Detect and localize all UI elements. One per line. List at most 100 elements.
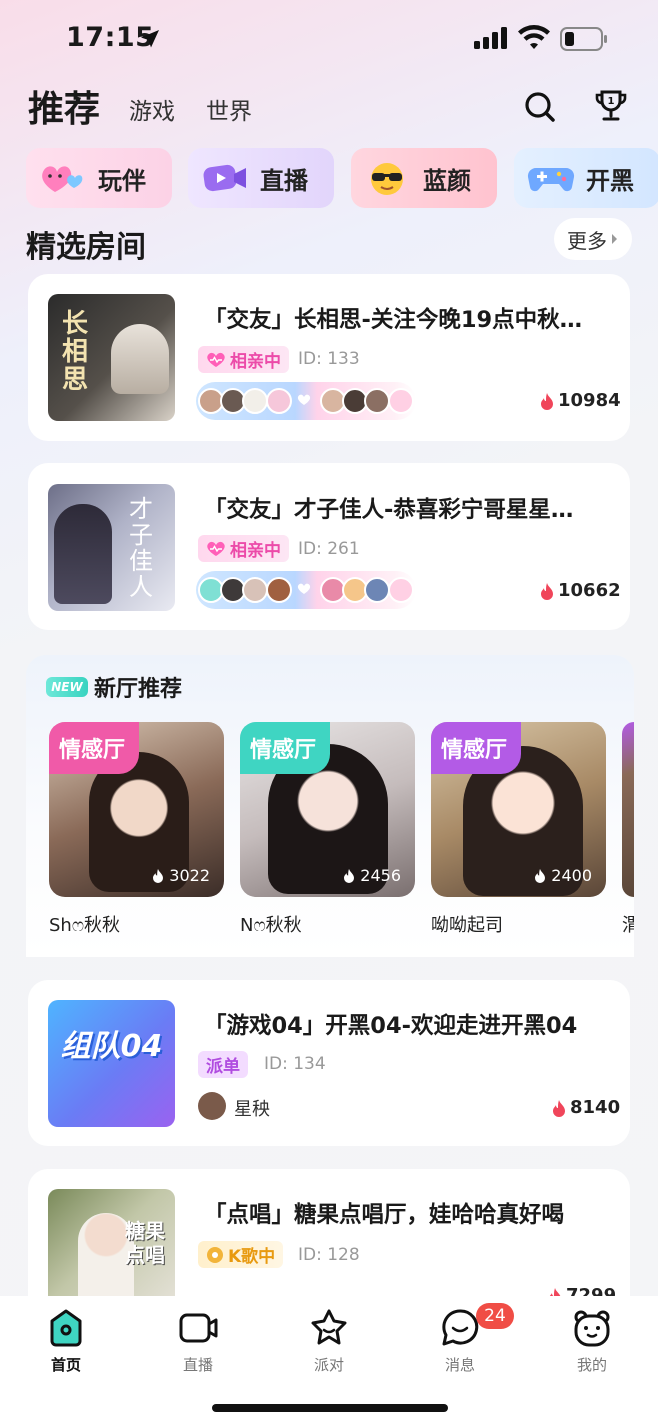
- empty-seat-avatar: [388, 577, 414, 603]
- tab-label: 直播: [182, 1356, 213, 1374]
- category-team-up[interactable]: 开黑: [514, 148, 658, 208]
- status-tag-label: K歌中: [228, 1247, 276, 1267]
- empty-seat-avatar: [388, 388, 414, 414]
- status-tag-label: 相亲中: [230, 352, 281, 372]
- room-title: 「点唱」糖果点唱厅，娃哈哈真好喝: [204, 1202, 565, 1228]
- hall-name: Nෆ秋秋: [240, 915, 302, 936]
- room-cover: 组队04: [48, 1000, 175, 1127]
- category-label: 开黑: [586, 166, 634, 195]
- profile-bear-icon: [574, 1310, 610, 1347]
- cellular-signal-icon: [474, 27, 507, 49]
- category-label: 蓝颜: [423, 166, 471, 195]
- tab-label: 首页: [50, 1356, 81, 1374]
- home-indicator: [212, 1404, 448, 1412]
- chevron-right-icon: [612, 234, 617, 244]
- hall-name: 呦呦起司: [431, 915, 503, 936]
- tab-recommend[interactable]: 推荐: [28, 80, 100, 132]
- flame-icon: [541, 582, 553, 600]
- hall-heat: 2400: [534, 866, 592, 885]
- hall-tag: 情感厅: [431, 722, 522, 774]
- hall-card-partial[interactable]: [622, 722, 634, 897]
- hall-card[interactable]: 情感厅 2400: [431, 722, 606, 897]
- hall-tag: 情感厅: [240, 722, 331, 774]
- hall-count: 2456: [360, 866, 401, 885]
- room-card[interactable]: 组队04 「游戏04」开黑04-欢迎走进开黑04 派单 ID: 134 星秧 8…: [28, 980, 630, 1146]
- trophy-icon[interactable]: 1: [594, 88, 628, 122]
- avatar: [266, 388, 292, 414]
- avatar: [242, 388, 268, 414]
- new-halls-section: NEW 新厅推荐 情感厅 3022 Shෆ秋秋 情感厅 2456 Nෆ秋秋 情感…: [26, 655, 634, 957]
- category-companion[interactable]: 玩伴: [26, 148, 172, 208]
- hearts-icon: [42, 166, 83, 192]
- hall-card[interactable]: 情感厅 3022: [49, 722, 224, 897]
- category-blue-face[interactable]: 蓝颜: [351, 148, 497, 208]
- tab-label: 消息: [444, 1356, 475, 1374]
- hall-count: 3022: [169, 866, 210, 885]
- hall-heat: 2456: [343, 866, 401, 885]
- cover-text: 才子佳人: [129, 495, 153, 601]
- tab-party[interactable]: 派对: [274, 1308, 384, 1375]
- battery-icon: [560, 27, 607, 51]
- avatar: [266, 577, 292, 603]
- svg-text:1: 1: [608, 96, 615, 107]
- room-cover: 才子佳人: [48, 484, 175, 611]
- tab-profile[interactable]: 我的: [537, 1308, 647, 1375]
- more-button[interactable]: 更多: [554, 218, 632, 260]
- host-name: 星秧: [234, 1099, 270, 1120]
- tab-games[interactable]: 游戏: [129, 92, 175, 126]
- wifi-icon: [518, 25, 550, 49]
- heart-icon: [297, 583, 311, 594]
- heat-value: 8140: [570, 1097, 621, 1118]
- room-heat: 10662: [540, 580, 621, 601]
- category-live[interactable]: 直播: [188, 148, 334, 208]
- flame-icon: [153, 868, 164, 883]
- flame-icon: [535, 868, 546, 883]
- search-icon[interactable]: [523, 90, 557, 124]
- tab-home[interactable]: 首页: [11, 1308, 121, 1375]
- flame-icon: [344, 868, 355, 883]
- room-id: ID: 134: [264, 1054, 326, 1074]
- cover-text: 糖果点唱: [125, 1219, 165, 1267]
- room-title: 「游戏04」开黑04-欢迎走进开黑04: [204, 1013, 578, 1039]
- tab-live[interactable]: 直播: [143, 1308, 253, 1375]
- avatar: [364, 577, 390, 603]
- host-avatar: [198, 1092, 226, 1120]
- status-tag: 相亲中: [198, 346, 289, 373]
- status-tag-label: 相亲中: [230, 541, 281, 561]
- tab-world[interactable]: 世界: [206, 92, 252, 126]
- video-camera-icon: [203, 164, 246, 192]
- live-icon: [179, 1313, 218, 1343]
- flame-icon: [541, 392, 553, 410]
- new-badge: NEW: [46, 677, 88, 697]
- hall-tag: 情感厅: [49, 722, 140, 774]
- room-heat: 8140: [552, 1097, 620, 1118]
- location-arrow-icon: [141, 30, 159, 48]
- avatar: [242, 577, 268, 603]
- unread-badge: 24: [476, 1303, 514, 1329]
- cover-text: 组队04: [60, 1029, 163, 1064]
- room-card[interactable]: 才子佳人 「交友」才子佳人-恭喜彩宁哥星星… 相亲中 ID: 261 10662: [28, 463, 630, 630]
- vinyl-disc-icon: [207, 1246, 223, 1263]
- category-label: 玩伴: [98, 166, 146, 195]
- sunglasses-emoji-icon: [371, 163, 403, 195]
- room-heat: 10984: [540, 390, 621, 411]
- hall-heat: 3022: [152, 866, 210, 885]
- room-title: 「交友」长相思-关注今晚19点中秋…: [204, 307, 583, 333]
- room-id: ID: 261: [298, 539, 360, 559]
- heart-icon: [297, 394, 311, 405]
- room-id: ID: 128: [298, 1245, 360, 1265]
- room-card[interactable]: 长相思 「交友」长相思-关注今晚19点中秋… 相亲中 ID: 133 10984: [28, 274, 630, 441]
- message-icon: [442, 1309, 479, 1346]
- section-title-featured: 精选房间: [26, 230, 146, 265]
- cover-text: 长相思: [62, 309, 89, 395]
- section-title-new-halls: 新厅推荐: [94, 677, 183, 702]
- hall-count: 2400: [551, 866, 592, 885]
- heart-pulse-icon: [207, 541, 225, 556]
- heat-value: 10662: [558, 580, 621, 601]
- flame-icon: [553, 1099, 565, 1117]
- hall-card[interactable]: 情感厅 2456: [240, 722, 415, 897]
- tab-label: 我的: [576, 1356, 607, 1374]
- more-label: 更多: [567, 228, 607, 253]
- status-tag: K歌中: [198, 1241, 284, 1268]
- avatar: [364, 388, 390, 414]
